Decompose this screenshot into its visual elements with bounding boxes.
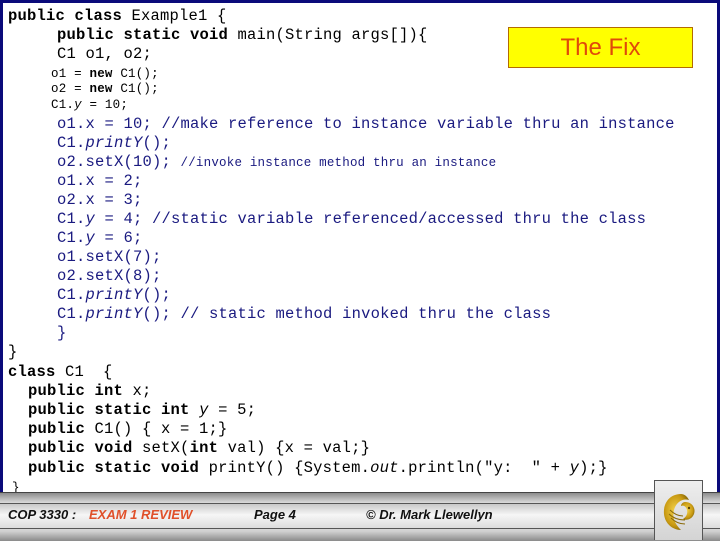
code-text: C1 { — [55, 363, 113, 381]
footer-course: COP 3330 : — [8, 507, 77, 522]
footer-copyright: © Dr. Mark Llewellyn — [366, 507, 493, 522]
logo-box — [654, 480, 703, 540]
keyword: int — [189, 439, 219, 457]
code-line-3: C1 o1, o2; — [57, 45, 152, 63]
code-text: o2 = — [51, 82, 90, 96]
code-text: C1. — [57, 286, 86, 304]
code-italic: y — [569, 459, 580, 477]
code-line-12: C1.y = 4; //static variable referenced/a… — [57, 210, 646, 228]
code-comment: //invoke instance method thru an instanc… — [180, 156, 497, 170]
code-text: main(String args[]){ — [228, 26, 428, 44]
code-text: o1.x = 2; — [57, 172, 143, 190]
code-line-11: o2.x = 3; — [57, 191, 143, 209]
code-text: printY() {System. — [199, 459, 371, 477]
code-text: setX( — [132, 439, 190, 457]
code-text: o2.setX(8); — [57, 267, 162, 285]
code-line-5: o2 = new C1(); — [51, 81, 159, 97]
keyword: new — [89, 67, 113, 81]
code-text: C1(); — [112, 82, 159, 96]
slide: public class Example1 { public static vo… — [0, 0, 720, 540]
keyword: static int — [94, 401, 190, 419]
pegasus-logo-icon — [663, 493, 695, 530]
code-italic: printY — [85, 286, 143, 304]
code-italic: y — [199, 401, 209, 419]
code-text: = 5; — [208, 401, 257, 419]
code-text: o1.setX(7); — [57, 248, 162, 266]
code-line-24: public void setX(int val) {x = val;} — [28, 439, 370, 457]
code-line-20: class C1 { — [8, 363, 113, 381]
code-line-4: o1 = new C1(); — [51, 66, 159, 82]
code-italic: printY — [85, 134, 143, 152]
code-italic: y — [85, 229, 96, 247]
the-fix-callout: The Fix — [508, 27, 693, 68]
code-text: = 4; //static variable referenced/access… — [95, 210, 647, 228]
keyword: public — [28, 382, 86, 400]
code-text: = 10; — [81, 98, 129, 112]
code-italic: y — [74, 98, 82, 112]
keyword: public class — [8, 7, 123, 25]
footer-title: EXAM 1 REVIEW — [89, 507, 193, 522]
code-text: C1. — [51, 98, 75, 112]
code-italic: out — [370, 459, 399, 477]
code-text: Example1 { — [122, 7, 227, 25]
code-text: );} — [579, 459, 608, 477]
code-line-7: o1.x = 10; //make reference to instance … — [57, 115, 675, 133]
code-line-10: o1.x = 2; — [57, 172, 143, 190]
code-line-18: } — [57, 324, 67, 342]
code-line-8: C1.printY(); — [57, 134, 171, 152]
code-line-16: C1.printY(); — [57, 286, 171, 304]
code-text: } — [8, 343, 18, 361]
code-line-1: public class Example1 { — [8, 7, 227, 25]
code-line-21: public int x; — [28, 382, 152, 400]
code-line-14: o1.setX(7); — [57, 248, 162, 266]
keyword: public — [28, 420, 86, 438]
code-text: val) {x = val;} — [218, 439, 371, 457]
keyword: public static void — [57, 26, 229, 44]
code-text: .println("y: " + — [398, 459, 570, 477]
keyword: public — [28, 439, 86, 457]
keyword: void — [94, 439, 133, 457]
code-line-15: o2.setX(8); — [57, 267, 162, 285]
code-line-2: public static void main(String args[]){ — [57, 26, 428, 44]
code-text: C1(); — [112, 67, 159, 81]
code-text: C1. — [57, 210, 86, 228]
code-text: o2.setX(10); — [57, 153, 181, 171]
code-text: (); // static method invoked thru the cl… — [142, 305, 552, 323]
code-line-6: C1.y = 10; — [51, 97, 128, 113]
code-italic: printY — [85, 305, 143, 323]
code-text: o1.x = 10; //make reference to instance … — [57, 115, 675, 133]
code-text: o2.x = 3; — [57, 191, 143, 209]
code-line-19: } — [8, 343, 18, 361]
keyword: int — [94, 382, 124, 400]
code-text: (); — [142, 134, 172, 152]
code-text: x; — [123, 382, 152, 400]
code-text: C1. — [57, 229, 86, 247]
code-text: C1. — [57, 305, 86, 323]
code-text: o1 = — [51, 67, 90, 81]
code-line-17: C1.printY(); // static method invoked th… — [57, 305, 551, 323]
keyword: new — [89, 82, 113, 96]
code-text: C1. — [57, 134, 86, 152]
code-line-22: public static int y = 5; — [28, 401, 256, 419]
code-line-23: public C1() { x = 1;} — [28, 420, 228, 438]
code-text: = 6; — [95, 229, 143, 247]
code-line-25: public static void printY() {System.out.… — [28, 459, 608, 477]
footer-page-number: Page 4 — [254, 507, 296, 522]
code-line-9: o2.setX(10); //invoke instance method th… — [57, 153, 496, 172]
code-text: C1() { x = 1;} — [94, 420, 228, 438]
callout-label: The Fix — [560, 33, 641, 61]
keyword: static void — [94, 459, 200, 477]
keyword: class — [8, 363, 56, 381]
keyword: public — [28, 459, 86, 477]
code-text: (); — [142, 286, 172, 304]
code-text: } — [57, 324, 67, 342]
code-text: C1 o1, o2; — [57, 45, 153, 63]
keyword: public — [28, 401, 86, 419]
code-italic: y — [85, 210, 96, 228]
code-line-13: C1.y = 6; — [57, 229, 143, 247]
